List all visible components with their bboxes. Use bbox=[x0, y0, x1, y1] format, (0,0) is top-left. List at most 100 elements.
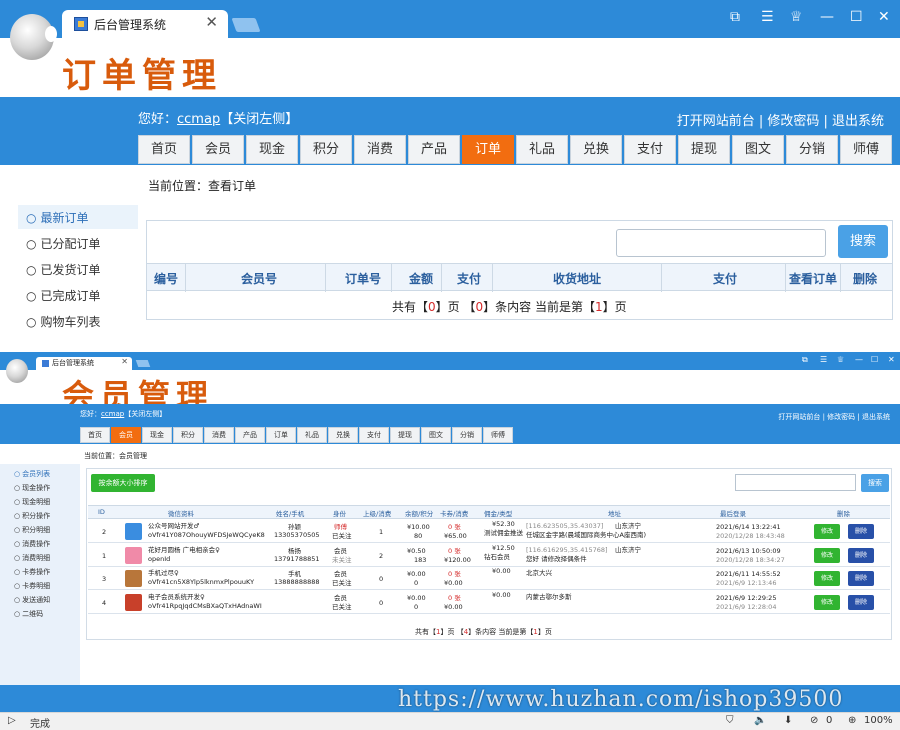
menu-item[interactable]: 分销 bbox=[452, 427, 482, 443]
download-icon[interactable]: ⬇ bbox=[784, 715, 792, 726]
sidebar-item[interactable]: ○ 会员列表 bbox=[14, 469, 50, 479]
column-header: 地址 bbox=[608, 510, 621, 518]
header-links[interactable]: 打开网站前台 | 修改密码 | 退出系统 bbox=[677, 110, 884, 129]
delete-button[interactable]: 删除 bbox=[848, 524, 874, 539]
menu-item[interactable]: 支付 bbox=[359, 427, 389, 443]
delete-button[interactable]: 删除 bbox=[848, 571, 874, 586]
column-header: 上级/消费 bbox=[363, 510, 392, 518]
menu-item[interactable]: 订单 bbox=[462, 135, 514, 164]
zoom-icon[interactable]: ⊕ bbox=[848, 715, 856, 726]
edit-button[interactable]: 修改 bbox=[814, 547, 840, 563]
new-tab-button[interactable] bbox=[135, 360, 151, 367]
sidebar-item[interactable]: ○ 现金操作 bbox=[14, 483, 50, 493]
tab-close-icon[interactable]: ✕ bbox=[205, 13, 218, 31]
media-play-icon[interactable]: ▷ bbox=[8, 715, 16, 726]
parent-count: 0 bbox=[379, 598, 384, 607]
balance: ¥0.00 bbox=[407, 570, 426, 578]
new-tab-button[interactable] bbox=[231, 18, 261, 32]
sidebar-item[interactable]: ○ 二维码 bbox=[14, 609, 43, 619]
menu-item[interactable]: 会员 bbox=[111, 427, 141, 443]
last-login: 2021/6/9 12:29:25 bbox=[716, 593, 777, 602]
browser-tab[interactable]: 后台管理系统 ✕ bbox=[36, 357, 132, 370]
sidebar-item[interactable]: ○ 已发货订单 bbox=[26, 261, 101, 278]
edit-button[interactable]: 修改 bbox=[814, 524, 840, 539]
menu-item[interactable]: 会员 bbox=[192, 135, 244, 164]
commission: ¥0.00 bbox=[492, 590, 511, 599]
menu-item[interactable]: 订单 bbox=[266, 427, 296, 443]
sidebar-item[interactable]: ○ 购物车列表 bbox=[26, 313, 101, 330]
bullet-icon: ○ bbox=[26, 263, 37, 277]
menu-item[interactable]: 师傅 bbox=[840, 135, 892, 164]
close-left-link[interactable]: 【关闭左侧】 bbox=[124, 410, 166, 418]
delete-button[interactable]: 删除 bbox=[848, 594, 874, 610]
block-icon[interactable]: ⊘ bbox=[810, 715, 818, 726]
menu-icon[interactable]: ☰ bbox=[761, 9, 774, 25]
sidebar-item[interactable]: ○ 消费明细 bbox=[14, 553, 50, 563]
menu-item[interactable]: 兑换 bbox=[570, 135, 622, 164]
sidebar-item[interactable]: ○ 已分配订单 bbox=[26, 235, 101, 252]
menu-icon[interactable]: ☰ bbox=[820, 355, 827, 364]
skin-icon[interactable]: ♕ bbox=[837, 355, 844, 364]
shield-icon[interactable]: ⛉ bbox=[726, 715, 734, 726]
menu-item[interactable]: 提现 bbox=[390, 427, 420, 443]
sidebar-item[interactable]: ○ 积分明细 bbox=[14, 525, 50, 535]
search-button[interactable]: 搜索 bbox=[861, 474, 889, 492]
menu-item[interactable]: 分销 bbox=[786, 135, 838, 164]
sidebar-toggle-icon[interactable]: ⧉ bbox=[730, 9, 740, 25]
zoom-level[interactable]: 100% bbox=[864, 715, 893, 726]
menu-item[interactable]: 图文 bbox=[732, 135, 784, 164]
username-link[interactable]: ccmap bbox=[101, 410, 124, 418]
sidebar-item[interactable]: ○ 积分操作 bbox=[14, 511, 50, 521]
tab-close-icon[interactable]: ✕ bbox=[121, 357, 128, 366]
sidebar-toggle-icon[interactable]: ⧉ bbox=[802, 355, 808, 365]
header-links[interactable]: 打开网站前台 | 修改密码 | 退出系统 bbox=[778, 412, 890, 422]
sidebar-item[interactable]: ○ 现金明细 bbox=[14, 497, 50, 507]
menu-item[interactable]: 现金 bbox=[246, 135, 298, 164]
column-divider bbox=[391, 264, 392, 292]
menu-item[interactable]: 支付 bbox=[624, 135, 676, 164]
menu-item[interactable]: 图文 bbox=[421, 427, 451, 443]
edit-button[interactable]: 修改 bbox=[814, 571, 840, 586]
address-city: 山东济宁 bbox=[615, 522, 641, 530]
menu-item[interactable]: 消费 bbox=[204, 427, 234, 443]
close-window-icon[interactable]: ✕ bbox=[888, 355, 895, 364]
menu-item[interactable]: 首页 bbox=[80, 427, 110, 443]
minimize-icon[interactable]: — bbox=[855, 355, 863, 364]
search-button[interactable]: 搜索 bbox=[838, 225, 888, 258]
menu-item[interactable]: 兑换 bbox=[328, 427, 358, 443]
menu-item[interactable]: 积分 bbox=[173, 427, 203, 443]
menu-item[interactable]: 现金 bbox=[142, 427, 172, 443]
sidebar-item[interactable]: ○ 发送通知 bbox=[14, 595, 50, 605]
sidebar-item[interactable]: ○ 最新订单 bbox=[26, 209, 89, 226]
sidebar-item[interactable]: ○ 消费操作 bbox=[14, 539, 50, 549]
maximize-icon[interactable]: ☐ bbox=[871, 355, 878, 364]
menu-item[interactable]: 产品 bbox=[235, 427, 265, 443]
sort-by-balance-button[interactable]: 按余额大小排序 bbox=[91, 474, 155, 492]
username-link[interactable]: ccmap bbox=[177, 112, 220, 127]
search-input[interactable] bbox=[616, 229, 826, 257]
menu-item[interactable]: 消费 bbox=[354, 135, 406, 164]
skin-icon[interactable]: ♕ bbox=[790, 9, 803, 25]
close-window-icon[interactable]: ✕ bbox=[878, 9, 890, 25]
edit-button[interactable]: 修改 bbox=[814, 594, 840, 610]
minimize-icon[interactable]: — bbox=[820, 9, 834, 25]
menu-item[interactable]: 师傅 bbox=[483, 427, 513, 443]
openid: openId bbox=[148, 554, 171, 563]
delete-button[interactable]: 删除 bbox=[848, 547, 874, 563]
sidebar-item[interactable]: ○ 卡券操作 bbox=[14, 567, 50, 577]
menu-item[interactable]: 产品 bbox=[408, 135, 460, 164]
sidebar-item[interactable]: ○ 已完成订单 bbox=[26, 287, 101, 304]
browser-tab[interactable]: 后台管理系统 ✕ bbox=[62, 10, 228, 38]
points: 0 bbox=[414, 602, 419, 611]
menu-item[interactable]: 提现 bbox=[678, 135, 730, 164]
maximize-icon[interactable]: ☐ bbox=[850, 9, 863, 25]
sidebar-item[interactable]: ○ 卡券明细 bbox=[14, 581, 50, 591]
member-role: 会员 bbox=[334, 593, 347, 602]
volume-icon[interactable]: 🔈 bbox=[754, 715, 766, 726]
menu-item[interactable]: 礼品 bbox=[297, 427, 327, 443]
menu-item[interactable]: 礼品 bbox=[516, 135, 568, 164]
search-input[interactable] bbox=[735, 474, 856, 491]
menu-item[interactable]: 积分 bbox=[300, 135, 352, 164]
menu-item[interactable]: 首页 bbox=[138, 135, 190, 164]
close-left-link[interactable]: 【关闭左侧】 bbox=[220, 112, 298, 127]
